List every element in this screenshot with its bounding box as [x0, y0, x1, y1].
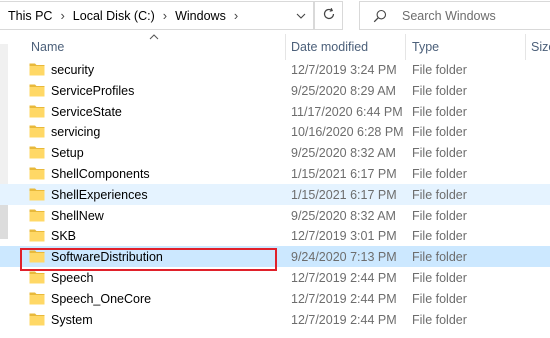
column-divider[interactable]: [285, 34, 286, 60]
date-modified: 12/7/2019 3:01 PM: [291, 229, 397, 244]
folder-icon: [29, 125, 45, 138]
file-type: File folder: [412, 291, 467, 306]
column-header-date-modified[interactable]: Date modified: [291, 40, 368, 54]
folder-icon: [29, 271, 45, 284]
sort-ascending-icon: [149, 34, 159, 40]
search-input[interactable]: Search Windows: [402, 9, 496, 23]
file-name[interactable]: Setup: [51, 146, 84, 160]
file-row[interactable]: servicing 10/16/2020 6:28 PM File folder: [0, 121, 550, 142]
file-name[interactable]: System: [51, 313, 93, 327]
column-divider[interactable]: [525, 34, 526, 60]
file-row[interactable]: ShellExperiences 1/15/2021 6:17 PM File fo…: [0, 183, 550, 205]
file-name[interactable]: Speech_OneCore: [51, 292, 151, 306]
file-name[interactable]: ShellComponents: [51, 167, 150, 181]
date-modified: 9/25/2020 8:29 AM: [291, 83, 396, 98]
file-row[interactable]: Setup 9/25/2020 8:32 AM File folder: [0, 142, 550, 163]
breadcrumb-this-pc[interactable]: This PC: [8, 9, 52, 23]
folder-icon: [29, 292, 45, 305]
file-name[interactable]: ShellExperiences: [51, 188, 148, 202]
date-modified: 10/16/2020 6:28 PM: [291, 125, 404, 140]
file-type: File folder: [412, 83, 467, 98]
file-type: File folder: [412, 146, 467, 161]
folder-icon: [29, 209, 45, 222]
column-divider[interactable]: [405, 34, 406, 60]
file-type: File folder: [412, 104, 467, 119]
file-name[interactable]: SKB: [51, 229, 76, 243]
file-row[interactable]: Speech_OneCore 12/7/2019 2:44 PM File fold…: [0, 288, 550, 309]
date-modified: 9/25/2020 8:32 AM: [291, 208, 396, 223]
folder-icon: [29, 84, 45, 97]
file-row[interactable]: SoftwareDistribution 9/24/2020 7:13 PM Fil…: [0, 246, 550, 267]
folder-icon: [29, 105, 45, 118]
search-box[interactable]: Search Windows: [359, 1, 550, 30]
folder-icon: [29, 313, 45, 326]
file-type: File folder: [412, 229, 467, 244]
file-name[interactable]: Speech: [51, 271, 93, 285]
chevron-down-icon[interactable]: [289, 2, 313, 29]
folder-icon: [29, 229, 45, 242]
file-type: File folder: [412, 63, 467, 77]
file-name[interactable]: security: [51, 63, 94, 77]
file-list: security 12/7/2019 3:24 PM File folder Serv…: [0, 59, 550, 329]
file-name[interactable]: SoftwareDistribution: [51, 250, 163, 264]
search-icon: [372, 8, 388, 24]
breadcrumb-windows[interactable]: Windows: [175, 9, 226, 23]
breadcrumb-separator[interactable]: ›: [234, 8, 238, 23]
breadcrumb-separator[interactable]: ›: [163, 8, 167, 23]
date-modified: 9/24/2020 7:13 PM: [291, 250, 397, 265]
column-header-size[interactable]: Size: [531, 40, 550, 54]
file-type: File folder: [412, 250, 467, 265]
date-modified: 11/17/2020 6:44 PM: [291, 104, 403, 119]
column-header-type[interactable]: Type: [412, 40, 439, 54]
date-modified: 12/7/2019 2:44 PM: [291, 270, 397, 285]
breadcrumb-local-disk[interactable]: Local Disk (C:): [73, 9, 155, 23]
file-type: File folder: [412, 166, 467, 181]
navigation-bar: This PC › Local Disk (C:) › Windows › Se…: [0, 0, 550, 31]
folder-icon: [29, 146, 45, 159]
date-modified: 12/7/2019 2:44 PM: [291, 291, 397, 306]
date-modified: 12/7/2019 2:44 PM: [291, 312, 397, 327]
date-modified: 1/15/2021 6:17 PM: [291, 187, 397, 202]
folder-icon: [29, 63, 45, 76]
file-name[interactable]: ServiceProfiles: [51, 84, 134, 98]
refresh-icon: [322, 7, 336, 24]
date-modified: 1/15/2021 6:17 PM: [291, 166, 397, 181]
file-type: File folder: [412, 208, 467, 223]
file-row[interactable]: ServiceState 11/17/2020 6:44 PM File folde…: [0, 101, 550, 122]
file-name[interactable]: ShellNew: [51, 209, 104, 223]
date-modified: 12/7/2019 3:24 PM: [291, 63, 397, 77]
folder-icon: [29, 188, 45, 201]
file-name[interactable]: ServiceState: [51, 105, 122, 119]
column-header-name[interactable]: Name: [31, 40, 64, 54]
address-bar[interactable]: This PC › Local Disk (C:) › Windows ›: [0, 1, 314, 30]
file-row[interactable]: Speech 12/7/2019 2:44 PM File folder: [0, 267, 550, 288]
file-name[interactable]: servicing: [51, 125, 100, 139]
file-type: File folder: [412, 187, 467, 202]
file-row[interactable]: ServiceProfiles 9/25/2020 8:29 AM File fol…: [0, 80, 550, 101]
file-row[interactable]: SKB 12/7/2019 3:01 PM File folder: [0, 225, 550, 246]
date-modified: 9/25/2020 8:32 AM: [291, 146, 396, 161]
breadcrumb-separator[interactable]: ›: [60, 8, 64, 23]
refresh-button[interactable]: [314, 1, 343, 30]
file-row[interactable]: ShellNew 9/25/2020 8:32 AM File folder: [0, 205, 550, 226]
file-explorer-window: This PC › Local Disk (C:) › Windows › Se…: [0, 0, 550, 338]
folder-icon: [29, 167, 45, 180]
file-type: File folder: [412, 125, 467, 140]
file-row[interactable]: System 12/7/2019 2:44 PM File folder: [0, 309, 550, 330]
column-headers: Name Date modified Type Size: [0, 31, 550, 60]
folder-icon: [29, 250, 45, 263]
file-row[interactable]: ShellComponents 1/15/2021 6:17 PM File fol…: [0, 163, 550, 184]
file-row[interactable]: security 12/7/2019 3:24 PM File folder: [0, 59, 550, 80]
file-type: File folder: [412, 312, 467, 327]
file-type: File folder: [412, 270, 467, 285]
